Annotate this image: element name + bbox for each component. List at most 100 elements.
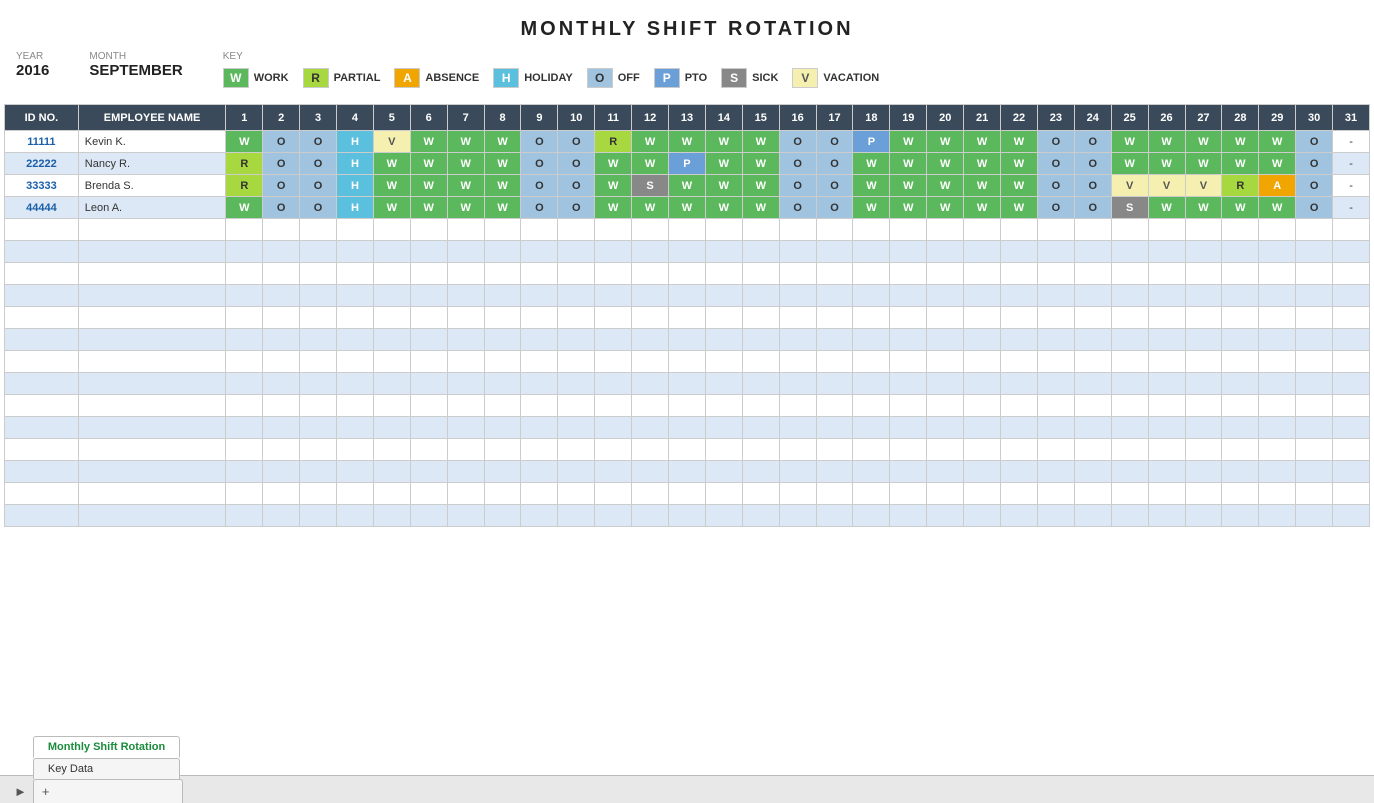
empty-row-5 [5,329,1370,351]
empty-row-6 [5,351,1370,373]
cell-44444-day-28: W [1222,197,1259,219]
key-text-w: WORK [254,72,289,84]
empty-cell-13-20 [964,505,1001,527]
year-group: YEAR 2016 [16,51,49,79]
cell-44444-day-2: O [263,197,300,219]
empty-cell-0-11 [632,219,669,241]
cell-33333-day-1: R [226,175,263,197]
cell-44444-day-1: W [226,197,263,219]
empty-cell-11-1 [263,461,300,483]
empty-cell-0-13 [705,219,742,241]
cell-33333-day-25: V [1111,175,1148,197]
empty-cell-3-19 [927,285,964,307]
cell-11111-day-10: O [558,131,595,153]
empty-cell-11-8 [521,461,558,483]
tab-key-data[interactable]: Key Data [33,758,180,779]
empty-cell-8-2 [300,395,337,417]
empty-cell-5-16 [816,329,853,351]
empty-cell-11-23 [1074,461,1111,483]
empty-cell-0-7 [484,219,521,241]
empty-cell-12-7 [484,483,521,505]
empty-cell-4-9 [558,307,595,329]
cell-44444-day-29: W [1259,197,1296,219]
empty-cell-7-23 [1074,373,1111,395]
empty-cell-3-25 [1148,285,1185,307]
empty-cell-2-16 [816,263,853,285]
empty-cell-7-6 [447,373,484,395]
cell-33333-day-5: W [373,175,410,197]
tab-add-button[interactable]: + [33,779,183,803]
tab-nav-left[interactable]: ► [8,780,33,803]
tab-monthly-shift-rotation[interactable]: Monthly Shift Rotation [33,736,180,758]
empty-cell-1-26 [1185,241,1222,263]
empty-cell-0-14 [742,219,779,241]
empty-cell-0-29 [1296,219,1333,241]
empty-cell-11-15 [779,461,816,483]
empty-cell-6-27 [1222,351,1259,373]
empty-cell-2-28 [1259,263,1296,285]
empty-cell-8-18 [890,395,927,417]
empty-cell-11-13 [705,461,742,483]
empty-cell-1-11 [632,241,669,263]
cell-22222-day-7: W [447,153,484,175]
empty-id-0 [5,219,79,241]
empty-cell-12-0 [226,483,263,505]
empty-cell-10-11 [632,439,669,461]
cell-33333-day-13: W [669,175,706,197]
empty-cell-3-16 [816,285,853,307]
empty-cell-9-10 [595,417,632,439]
empty-cell-1-12 [669,241,706,263]
empty-cell-9-25 [1148,417,1185,439]
cell-44444-day-12: W [632,197,669,219]
empty-cell-8-6 [447,395,484,417]
empty-cell-9-29 [1296,417,1333,439]
empty-cell-12-30 [1333,483,1370,505]
col-name: EMPLOYEE NAME [78,105,226,131]
col-day-12: 12 [632,105,669,131]
empty-cell-10-12 [669,439,706,461]
empty-cell-10-14 [742,439,779,461]
empty-cell-0-28 [1259,219,1296,241]
empty-cell-10-17 [853,439,890,461]
empty-cell-12-2 [300,483,337,505]
cell-id-22222: 22222 [5,153,79,175]
empty-id-5 [5,329,79,351]
empty-cell-13-21 [1001,505,1038,527]
meta-row: YEAR 2016 MONTH SEPTEMBER KEY WWORKRPART… [16,49,1358,100]
empty-cell-3-11 [632,285,669,307]
top-area: MONTHLY SHIFT ROTATION YEAR 2016 MONTH S… [0,0,1374,104]
key-text-r: PARTIAL [334,72,381,84]
empty-cell-12-11 [632,483,669,505]
empty-cell-11-14 [742,461,779,483]
empty-cell-10-19 [927,439,964,461]
empty-cell-0-20 [964,219,1001,241]
empty-cell-13-28 [1259,505,1296,527]
empty-cell-13-10 [595,505,632,527]
empty-cell-5-13 [705,329,742,351]
empty-id-7 [5,373,79,395]
empty-cell-1-3 [337,241,374,263]
empty-cell-1-24 [1111,241,1148,263]
empty-cell-1-0 [226,241,263,263]
empty-cell-6-11 [632,351,669,373]
empty-cell-9-17 [853,417,890,439]
empty-cell-1-5 [410,241,447,263]
empty-cell-9-24 [1111,417,1148,439]
empty-cell-9-12 [669,417,706,439]
empty-cell-9-1 [263,417,300,439]
col-day-19: 19 [890,105,927,131]
cell-33333-day-29: A [1259,175,1296,197]
cell-22222-day-18: W [853,153,890,175]
empty-cell-12-15 [779,483,816,505]
empty-cell-9-21 [1001,417,1038,439]
empty-cell-6-29 [1296,351,1333,373]
col-day-14: 14 [705,105,742,131]
empty-cell-7-8 [521,373,558,395]
empty-cell-5-5 [410,329,447,351]
cell-22222-day-19: W [890,153,927,175]
cell-22222-day-23: O [1037,153,1074,175]
empty-cell-12-18 [890,483,927,505]
empty-cell-7-17 [853,373,890,395]
empty-row-4 [5,307,1370,329]
empty-cell-13-8 [521,505,558,527]
